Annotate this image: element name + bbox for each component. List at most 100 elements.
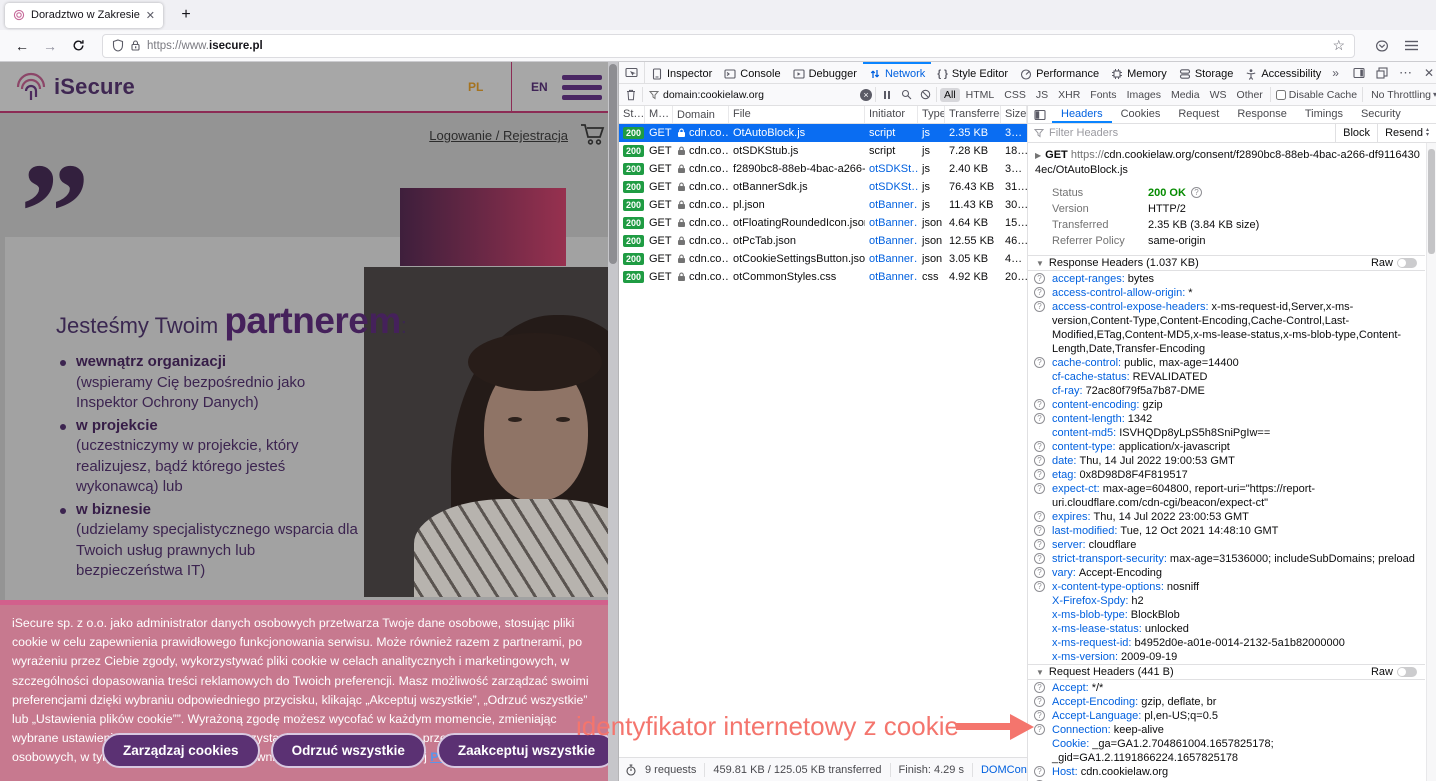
help-icon[interactable]: ? [1034,441,1045,452]
help-icon[interactable]: ? [1034,682,1045,693]
details-scrollbar[interactable] [1426,143,1436,781]
devtools-tab-style-editor[interactable]: { }Style Editor [931,62,1014,83]
block-button[interactable]: Block [1335,124,1377,142]
type-filter-fonts[interactable]: Fonts [1086,88,1120,102]
type-filter-media[interactable]: Media [1167,88,1204,102]
help-icon[interactable]: ? [1034,766,1045,777]
column-header[interactable]: M… [645,106,673,123]
request-row[interactable]: 200 GET cdn.co… OtAutoBlock.js script js… [619,124,1027,142]
help-icon[interactable]: ? [1034,301,1045,312]
help-icon[interactable]: ? [1034,696,1045,707]
request-url-line[interactable]: ▶GET https://cdn.cookielaw.org/consent/f… [1028,143,1425,181]
type-filter-other[interactable]: Other [1233,88,1267,102]
browser-tab[interactable]: Doradztwo w Zakresie Ochrony Dany ✕ [5,3,163,28]
reject-all-button[interactable]: Odrzuć wszystkie [271,733,426,768]
close-tab-icon[interactable]: ✕ [146,9,155,22]
throttling-dropdown[interactable]: No Throttling▾ [1368,89,1436,101]
devtools-tab-debugger[interactable]: Debugger [787,62,863,83]
pause-traffic-icon[interactable] [879,90,895,100]
request-row[interactable]: 200 GET cdn.co… otCommonStyles.css otBan… [619,268,1027,286]
column-header[interactable]: Size [1001,106,1027,123]
help-icon[interactable]: ? [1034,399,1045,410]
search-icon[interactable] [898,89,914,100]
devtools-tab-storage[interactable]: Storage [1173,62,1240,83]
detail-tab-cookies[interactable]: Cookies [1112,106,1170,123]
type-filter-js[interactable]: JS [1032,88,1052,102]
help-icon[interactable]: ? [1191,187,1202,198]
detail-tab-response[interactable]: Response [1228,106,1296,123]
column-header[interactable]: Domain [673,106,729,123]
menu-icon[interactable] [1405,40,1418,51]
new-tab-button[interactable]: + [175,6,197,24]
detail-tab-request[interactable]: Request [1169,106,1228,123]
expand-caret-icon[interactable]: ▶ [1035,151,1041,160]
forward-icon[interactable]: → [36,38,64,54]
help-icon[interactable]: ? [1034,724,1045,735]
separate-window-icon[interactable] [1376,67,1388,79]
url-bar[interactable]: https://www.isecure.pl ☆ [102,34,1355,58]
raw-toggle[interactable] [1397,258,1417,268]
devtools-tab-memory[interactable]: Memory [1105,62,1173,83]
dock-side-icon[interactable] [1353,67,1365,79]
column-header[interactable]: Type [918,106,945,123]
close-devtools-icon[interactable]: ✕ [1424,66,1434,80]
type-filter-html[interactable]: HTML [962,88,999,102]
request-row[interactable]: 200 GET cdn.co… f2890bc8-88eb-4bac-a266-… [619,160,1027,178]
help-icon[interactable]: ? [1034,273,1045,284]
column-header[interactable]: File [729,106,865,123]
request-filter-box[interactable]: × [646,89,872,101]
help-icon[interactable]: ? [1034,413,1045,424]
detail-tab-headers[interactable]: Headers [1052,106,1112,123]
collapse-triangle-icon[interactable]: ▼ [1036,668,1044,677]
reload-icon[interactable] [64,39,92,52]
request-row[interactable]: 200 GET cdn.co… otSDKStub.js script js 7… [619,142,1027,160]
type-filter-xhr[interactable]: XHR [1054,88,1084,102]
devtools-tab-inspector[interactable]: Inspector [645,62,718,83]
lang-en-button[interactable]: EN [531,80,548,94]
devtools-tab-console[interactable]: Console [718,62,786,83]
checkbox[interactable] [1276,90,1286,100]
site-menu-icon[interactable] [562,75,602,100]
request-row[interactable]: 200 GET cdn.co… otFloatingRoundedIcon.js… [619,214,1027,232]
request-row[interactable]: 200 GET cdn.co… otPcTab.json otBanner… j… [619,232,1027,250]
accept-all-button[interactable]: Zaakceptuj wszystkie [437,733,616,768]
devtools-tab-network[interactable]: Network [863,62,931,83]
column-header[interactable]: St… [619,106,645,123]
site-logo[interactable]: iSecure [14,69,135,105]
cart-icon[interactable] [580,122,606,146]
scrollbar-thumb[interactable] [609,64,617,264]
help-icon[interactable]: ? [1034,483,1045,494]
block-url-icon[interactable] [917,89,933,100]
bookmark-star-icon[interactable]: ☆ [1332,37,1345,54]
type-filter-css[interactable]: CSS [1000,88,1030,102]
type-filter-ws[interactable]: WS [1206,88,1231,102]
devtools-tab-performance[interactable]: Performance [1014,62,1105,83]
help-icon[interactable]: ? [1034,357,1045,368]
login-register-link[interactable]: Logowanie / Rejestracja [429,128,568,143]
lock-icon[interactable] [131,40,140,51]
help-icon[interactable]: ? [1034,567,1045,578]
collapse-details-icon[interactable] [1028,106,1052,123]
help-icon[interactable]: ? [1034,287,1045,298]
more-tools-icon[interactable]: » [1327,62,1344,83]
detail-tab-security[interactable]: Security [1352,106,1410,123]
request-headers-section[interactable]: ▼ Request Headers (441 B) Raw [1028,664,1425,680]
manage-cookies-button[interactable]: Zarządzaj cookies [102,733,260,768]
clear-filter-icon[interactable]: × [860,89,872,101]
pick-element-icon[interactable] [619,62,645,83]
help-icon[interactable]: ? [1034,455,1045,466]
request-row[interactable]: 200 GET cdn.co… otCookieSettingsButton.j… [619,250,1027,268]
raw-toggle[interactable] [1397,667,1417,677]
clear-requests-icon[interactable] [623,89,639,101]
help-icon[interactable]: ? [1034,511,1045,522]
devtools-menu-icon[interactable]: ⋯ [1399,65,1413,81]
resend-button[interactable]: Resend▴▾ [1377,124,1436,142]
type-filter-all[interactable]: All [940,88,960,102]
disable-cache-checkbox[interactable]: Disable Cache [1276,89,1357,101]
help-icon[interactable]: ? [1034,710,1045,721]
filter-headers-input[interactable] [1049,127,1330,139]
page-scrollbar[interactable] [608,62,618,781]
request-row[interactable]: 200 GET cdn.co… otBannerSdk.js otSDKSt… … [619,178,1027,196]
help-icon[interactable]: ? [1034,553,1045,564]
help-icon[interactable]: ? [1034,581,1045,592]
